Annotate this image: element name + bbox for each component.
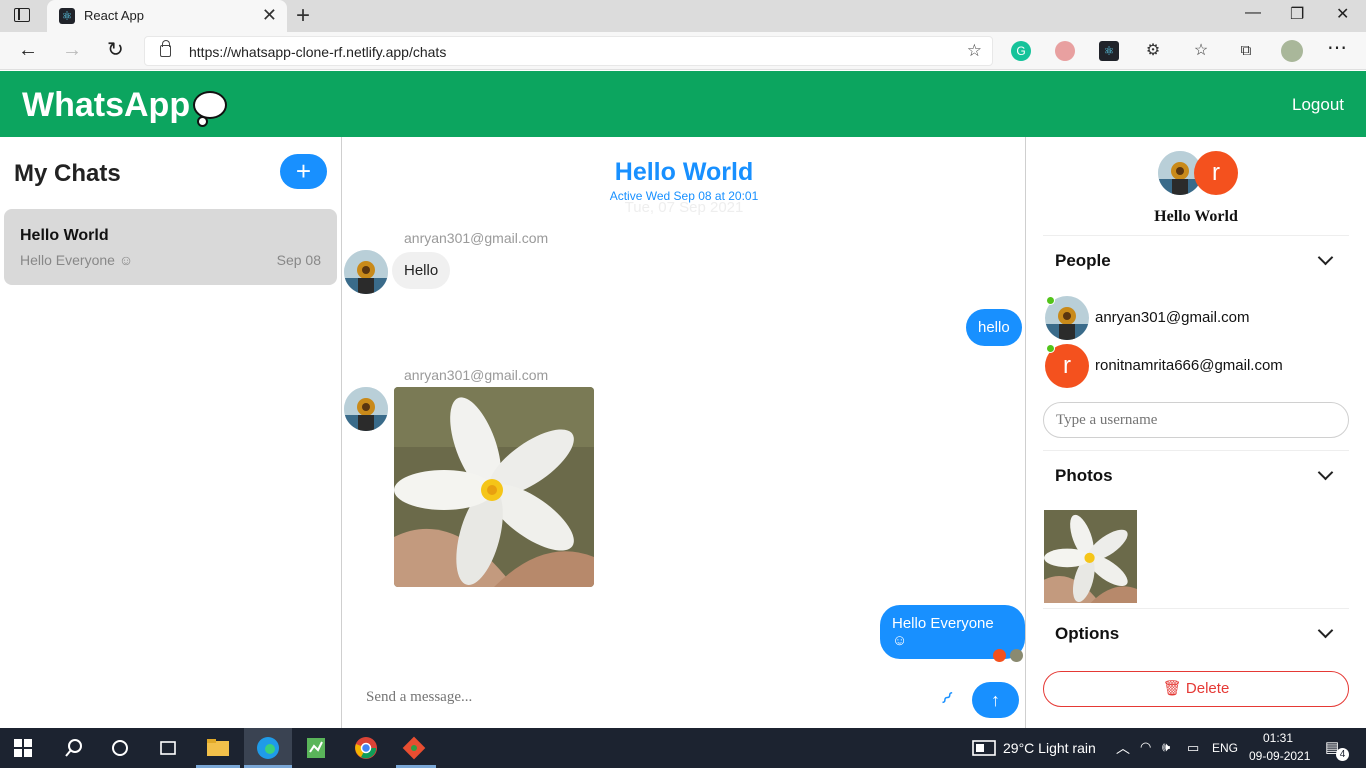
person-email: ronitnamrita666@gmail.com — [1095, 357, 1283, 374]
add-username-input[interactable] — [1043, 402, 1349, 438]
online-status-dot — [1046, 344, 1055, 353]
trash-icon: 🗑 — [1162, 680, 1182, 697]
thought-bubble-icon — [193, 91, 227, 127]
person-item: r ronitnamrita666@gmail.com — [1045, 344, 1345, 388]
favorite-star-icon[interactable]: ☆ — [967, 41, 982, 61]
chat-card[interactable]: Hello World Hello Everyone ☺ Sep 08 — [4, 209, 337, 285]
cortana-icon[interactable] — [108, 736, 132, 760]
clock-time[interactable]: 01:31 — [1263, 731, 1293, 745]
divider — [1043, 608, 1349, 609]
sender-avatar — [344, 387, 388, 431]
edge-icon[interactable] — [256, 736, 280, 760]
tab-title: React App — [84, 8, 144, 23]
notepad-icon[interactable] — [304, 736, 328, 760]
lock-icon — [160, 40, 171, 57]
sender-avatar — [344, 250, 388, 294]
battery-icon[interactable]: ▭ — [1187, 740, 1199, 756]
volume-icon[interactable]: 🕪 — [1162, 739, 1170, 755]
chevron-up-icon[interactable]: ︿ — [1116, 738, 1130, 758]
weather-text[interactable]: 29°C Light rain — [1003, 740, 1096, 756]
app-header: WhatsApp Logout — [0, 71, 1366, 137]
photos-section-title[interactable]: Photos — [1055, 466, 1113, 486]
profile-avatar[interactable] — [1281, 40, 1303, 62]
online-status-dot — [1046, 296, 1055, 305]
minimize-icon[interactable]: — — [1245, 4, 1261, 22]
my-chats-title: My Chats — [14, 160, 121, 187]
os-taskbar: 29°C Light rain ︿ ◠ 🕪 ▭ ENG 01:31 09-09-… — [0, 728, 1366, 768]
person-item: anryan301@gmail.com — [1045, 296, 1345, 340]
url-text: https://whatsapp-clone-rf.netlify.app/ch… — [189, 44, 447, 60]
message-sender: anryan301@gmail.com — [404, 230, 549, 246]
task-view-icon[interactable] — [156, 736, 180, 760]
chat-title: Hello World — [614, 158, 754, 186]
extensions-icon[interactable]: ⚙ — [1143, 41, 1163, 61]
chevron-down-icon[interactable] — [1317, 622, 1334, 639]
divider — [1043, 235, 1349, 236]
react-devtools-icon[interactable]: ⚛ — [1099, 41, 1119, 61]
reload-icon[interactable]: ↻ — [107, 39, 124, 61]
message-sender: anryan301@gmail.com — [404, 367, 549, 383]
person-email: anryan301@gmail.com — [1095, 309, 1250, 326]
message-bubble-outgoing: hello — [966, 309, 1022, 346]
read-receipt-avatar — [1010, 649, 1023, 662]
brand-title: WhatsApp — [22, 86, 191, 124]
new-tab-icon[interactable]: + — [296, 3, 310, 29]
photo-thumbnail[interactable] — [1044, 510, 1137, 603]
react-favicon-icon: ⚛ — [59, 8, 75, 24]
grammarly-icon[interactable]: G — [1011, 41, 1031, 61]
restore-icon[interactable]: ❐ — [1290, 4, 1304, 24]
photo-message[interactable] — [394, 387, 594, 587]
delete-label: Delete — [1185, 680, 1230, 697]
browser-tab[interactable]: ⚛ React App ✕ — [47, 0, 287, 32]
windows-start-icon[interactable] — [14, 739, 32, 757]
language-indicator[interactable]: ENG — [1212, 741, 1238, 755]
delete-chat-button[interactable]: 🗑 Delete — [1043, 671, 1349, 707]
wifi-icon[interactable]: ◠ — [1140, 739, 1151, 755]
message-bubble-incoming: Hello — [392, 252, 451, 289]
url-field[interactable]: https://whatsapp-clone-rf.netlify.app/ch… — [144, 36, 993, 66]
chat-card-last-message: Hello Everyone ☺ — [20, 252, 134, 268]
people-section-title[interactable]: People — [1055, 251, 1111, 271]
favorites-icon[interactable]: ☆ — [1191, 41, 1211, 61]
tab-close-icon[interactable]: ✕ — [262, 6, 277, 24]
chrome-icon[interactable] — [354, 736, 378, 760]
chat-settings-title: Hello World — [1154, 208, 1238, 225]
send-button[interactable]: ↑ — [972, 682, 1019, 718]
tab-actions-icon[interactable] — [14, 8, 30, 22]
browser-menu-icon[interactable]: ⋯ — [1327, 37, 1347, 59]
paperclip-icon[interactable]: ⌇ — [936, 688, 957, 709]
chat-card-date: Sep 08 — [276, 252, 321, 268]
divider — [1043, 450, 1349, 451]
options-section-title[interactable]: Options — [1055, 624, 1119, 644]
browser-tab-bar: ⚛ React App ✕ + — ❐ ✕ — [0, 0, 1366, 32]
extension-cookie-icon[interactable] — [1055, 41, 1075, 61]
logout-button[interactable]: Logout — [1292, 95, 1344, 115]
window-close-icon[interactable]: ✕ — [1336, 4, 1349, 24]
chat-list-panel: My Chats + Hello World Hello Everyone ☺ … — [0, 137, 342, 728]
back-icon[interactable]: ← — [18, 39, 38, 61]
forward-icon[interactable]: → — [62, 39, 82, 61]
chat-card-title: Hello World — [20, 227, 109, 244]
chat-active-status: Active Wed Sep 08 at 20:01 — [609, 189, 759, 203]
git-icon[interactable] — [402, 736, 426, 760]
collections-icon[interactable]: ⧉ — [1236, 41, 1256, 61]
notification-count: 4 — [1336, 748, 1349, 761]
chat-feed: Tue, 07 Sep 2021 Hello World Active Wed … — [342, 137, 1026, 728]
new-chat-button[interactable]: + — [280, 154, 327, 189]
weather-icon[interactable] — [972, 739, 996, 757]
clock-date[interactable]: 09-09-2021 — [1249, 749, 1310, 763]
chat-avatar: r — [1194, 151, 1238, 195]
chevron-down-icon[interactable] — [1317, 249, 1334, 266]
message-composer: ⌇ ↑ — [342, 672, 1026, 728]
file-explorer-icon[interactable] — [206, 736, 230, 760]
search-icon[interactable] — [62, 736, 86, 760]
message-input[interactable] — [352, 679, 932, 715]
chat-settings-panel: r Hello World People anryan301@gmail.com… — [1026, 137, 1366, 728]
read-receipt-avatar — [993, 649, 1006, 662]
chevron-down-icon[interactable] — [1317, 464, 1334, 481]
